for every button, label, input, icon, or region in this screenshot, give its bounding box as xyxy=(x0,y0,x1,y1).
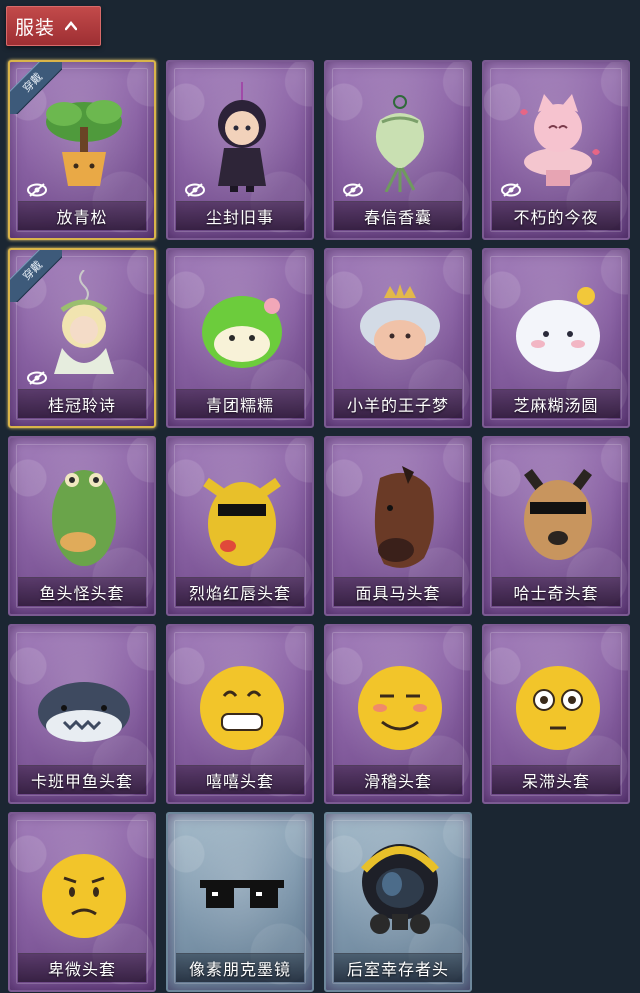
costume-card[interactable]: 卡班甲鱼头套 xyxy=(8,624,156,804)
costume-name: 春信香囊 xyxy=(334,201,462,230)
whale-mask-icon xyxy=(38,682,130,742)
costume-name: 小羊的王子梦 xyxy=(334,389,462,418)
costume-card[interactable]: 春信香囊 xyxy=(324,60,472,240)
white-dumpling-icon xyxy=(516,287,600,372)
sachet-icon xyxy=(375,95,425,192)
grin-emoji-icon xyxy=(200,666,284,750)
humble-emoji-icon xyxy=(42,854,126,938)
costume-name: 桂冠聆诗 xyxy=(18,389,146,418)
costume-card[interactable]: 小羊的王子梦 xyxy=(324,248,472,428)
green-dumpling-icon xyxy=(202,296,282,368)
costume-name: 芝麻糊汤圆 xyxy=(492,389,620,418)
costume-name: 面具马头套 xyxy=(334,577,462,606)
category-header-button[interactable]: 服装 xyxy=(6,6,101,46)
costume-card[interactable]: 后室幸存者头 xyxy=(324,812,472,992)
costume-name: 鱼头怪头套 xyxy=(18,577,146,606)
costume-name: 呆滞头套 xyxy=(492,765,620,794)
equipped-badge-label: 穿戴 xyxy=(10,62,62,114)
costume-card[interactable]: 芝麻糊汤圆 xyxy=(482,248,630,428)
eye-hidden-icon[interactable] xyxy=(26,370,48,386)
costume-name: 青团糯糯 xyxy=(176,389,304,418)
costume-card[interactable]: 穿戴放青松 xyxy=(8,60,156,240)
costume-card[interactable]: 穿戴桂冠聆诗 xyxy=(8,248,156,428)
costume-card[interactable]: 尘封旧事 xyxy=(166,60,314,240)
costume-card[interactable]: 面具马头套 xyxy=(324,436,472,616)
costume-name: 像素朋克墨镜 xyxy=(176,953,304,982)
costume-name: 放青松 xyxy=(18,201,146,230)
costume-card[interactable]: 嘻嘻头套 xyxy=(166,624,314,804)
costume-card[interactable]: 呆滞头套 xyxy=(482,624,630,804)
costume-card[interactable]: 鱼头怪头套 xyxy=(8,436,156,616)
chibi-doll-icon xyxy=(218,82,266,192)
costume-name: 尘封旧事 xyxy=(176,201,304,230)
costume-name: 嘻嘻头套 xyxy=(176,765,304,794)
costume-name: 滑稽头套 xyxy=(334,765,462,794)
eye-hidden-icon[interactable] xyxy=(184,182,206,198)
eye-hidden-icon[interactable] xyxy=(500,182,522,198)
costume-name: 烈焰红唇头套 xyxy=(176,577,304,606)
category-title: 服装 xyxy=(15,16,56,39)
pink-cat-bowl-icon xyxy=(520,94,600,186)
costume-card[interactable]: 青团糯糯 xyxy=(166,248,314,428)
equipped-badge: 穿戴 xyxy=(10,250,62,302)
pixel-sunglasses-icon xyxy=(200,880,284,908)
costume-name: 后室幸存者头 xyxy=(334,953,462,982)
costume-card[interactable]: 卑微头套 xyxy=(8,812,156,992)
gas-mask-helmet-icon xyxy=(361,844,439,934)
husky-mask-icon xyxy=(524,469,592,560)
eye-hidden-icon[interactable] xyxy=(26,182,48,198)
costume-name: 不朽的今夜 xyxy=(492,201,620,230)
eye-hidden-icon[interactable] xyxy=(342,182,364,198)
costume-card[interactable]: 像素朋克墨镜 xyxy=(166,812,314,992)
costume-card[interactable]: 烈焰红唇头套 xyxy=(166,436,314,616)
yellow-mask-icon xyxy=(203,477,281,566)
costume-name: 卡班甲鱼头套 xyxy=(18,765,146,794)
fish-mask-icon xyxy=(52,470,116,566)
stare-emoji-icon xyxy=(516,666,600,750)
costume-card[interactable]: 滑稽头套 xyxy=(324,624,472,804)
equipped-badge-label: 穿戴 xyxy=(10,250,62,302)
crowned-sheep-icon xyxy=(360,284,440,360)
smirk-emoji-icon xyxy=(358,666,442,750)
horse-mask-icon xyxy=(374,466,434,568)
costume-name: 哈士奇头套 xyxy=(492,577,620,606)
costume-card[interactable]: 哈士奇头套 xyxy=(482,436,630,616)
costume-name: 卑微头套 xyxy=(18,953,146,982)
costume-card[interactable]: 不朽的今夜 xyxy=(482,60,630,240)
chevron-up-icon xyxy=(65,21,78,31)
equipped-badge: 穿戴 xyxy=(10,62,62,114)
